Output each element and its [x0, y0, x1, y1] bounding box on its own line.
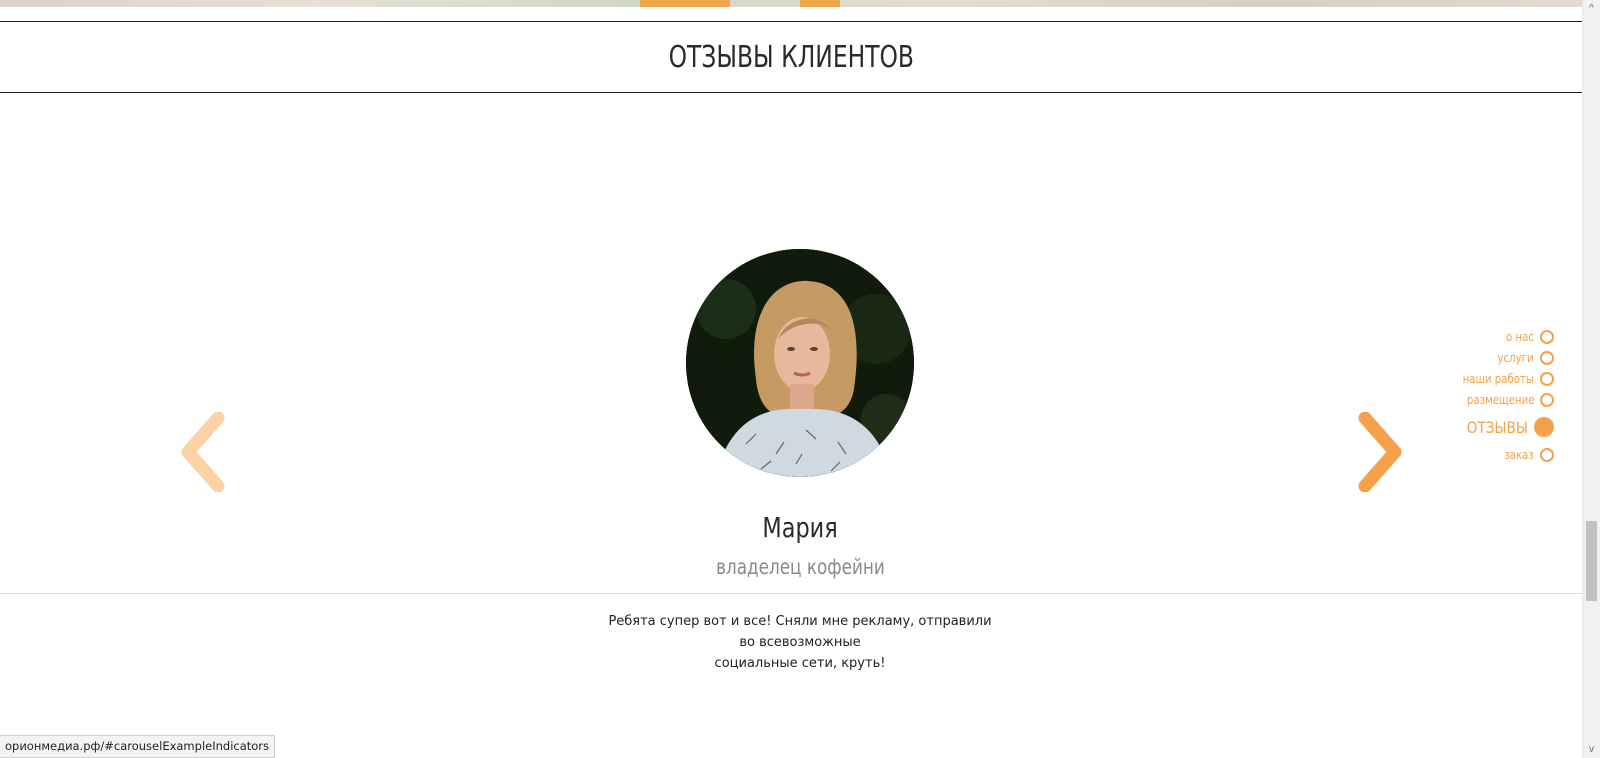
vertical-scrollbar[interactable]: ^ v — [1582, 0, 1600, 758]
nav-item-label: размещение — [1466, 392, 1534, 407]
nav-dot-icon — [1540, 447, 1554, 462]
nav-dot-icon — [1540, 371, 1554, 386]
chevron-left-icon — [181, 412, 225, 492]
side-nav: о нас услуги наши работы размещение ОТЗЫ… — [1354, 326, 1554, 465]
nav-item-placement[interactable]: размещение — [1354, 389, 1554, 410]
section-header: ОТЗЫВЫ КЛИЕНТОВ — [0, 21, 1583, 93]
map-strip — [0, 0, 1583, 7]
nav-dot-icon — [1540, 329, 1554, 344]
testimonial-role-text: владелец кофейни — [715, 555, 885, 579]
nav-item-services[interactable]: услуги — [1354, 347, 1554, 368]
carousel-prev-button[interactable] — [178, 412, 228, 492]
divider — [0, 593, 1583, 594]
nav-item-label: наши работы — [1462, 371, 1534, 386]
nav-item-label: заказ — [1504, 447, 1534, 462]
nav-item-label: услуги — [1497, 350, 1534, 365]
avatar — [686, 249, 914, 477]
testimonial-name: Мария — [0, 511, 1600, 544]
nav-dot-icon — [1540, 392, 1554, 407]
nav-item-about[interactable]: о нас — [1354, 326, 1554, 347]
nav-item-label: о нас — [1505, 329, 1534, 344]
portrait-image — [686, 249, 914, 477]
testimonial-text-line-2: социальные сети, круть! — [714, 656, 886, 671]
testimonial-text-line-1: Ребята супер вот и все! Сняли мне реклам… — [608, 614, 992, 650]
status-bar: орионмедиа.рф/#carouselExampleIndicators — [0, 735, 276, 758]
nav-dot-active-icon — [1534, 417, 1554, 437]
status-url: орионмедиа.рф/#carouselExampleIndicators — [5, 739, 270, 753]
scroll-up-icon[interactable]: ^ — [1583, 0, 1600, 17]
testimonial-role: владелец кофейни — [0, 555, 1600, 579]
scroll-down-icon[interactable]: v — [1583, 741, 1600, 758]
nav-item-works[interactable]: наши работы — [1354, 368, 1554, 389]
testimonial-text: Ребята супер вот и все! Сняли мне реклам… — [600, 611, 1000, 674]
nav-item-label: ОТЗЫВЫ — [1466, 417, 1528, 437]
scrollbar-thumb[interactable] — [1586, 521, 1597, 601]
section-title: ОТЗЫВЫ КЛИЕНТОВ — [668, 39, 915, 75]
testimonial-name-text: Мария — [762, 511, 838, 544]
nav-item-order[interactable]: заказ — [1354, 444, 1554, 465]
nav-item-reviews[interactable]: ОТЗЫВЫ — [1354, 410, 1554, 444]
nav-dot-icon — [1540, 350, 1554, 365]
